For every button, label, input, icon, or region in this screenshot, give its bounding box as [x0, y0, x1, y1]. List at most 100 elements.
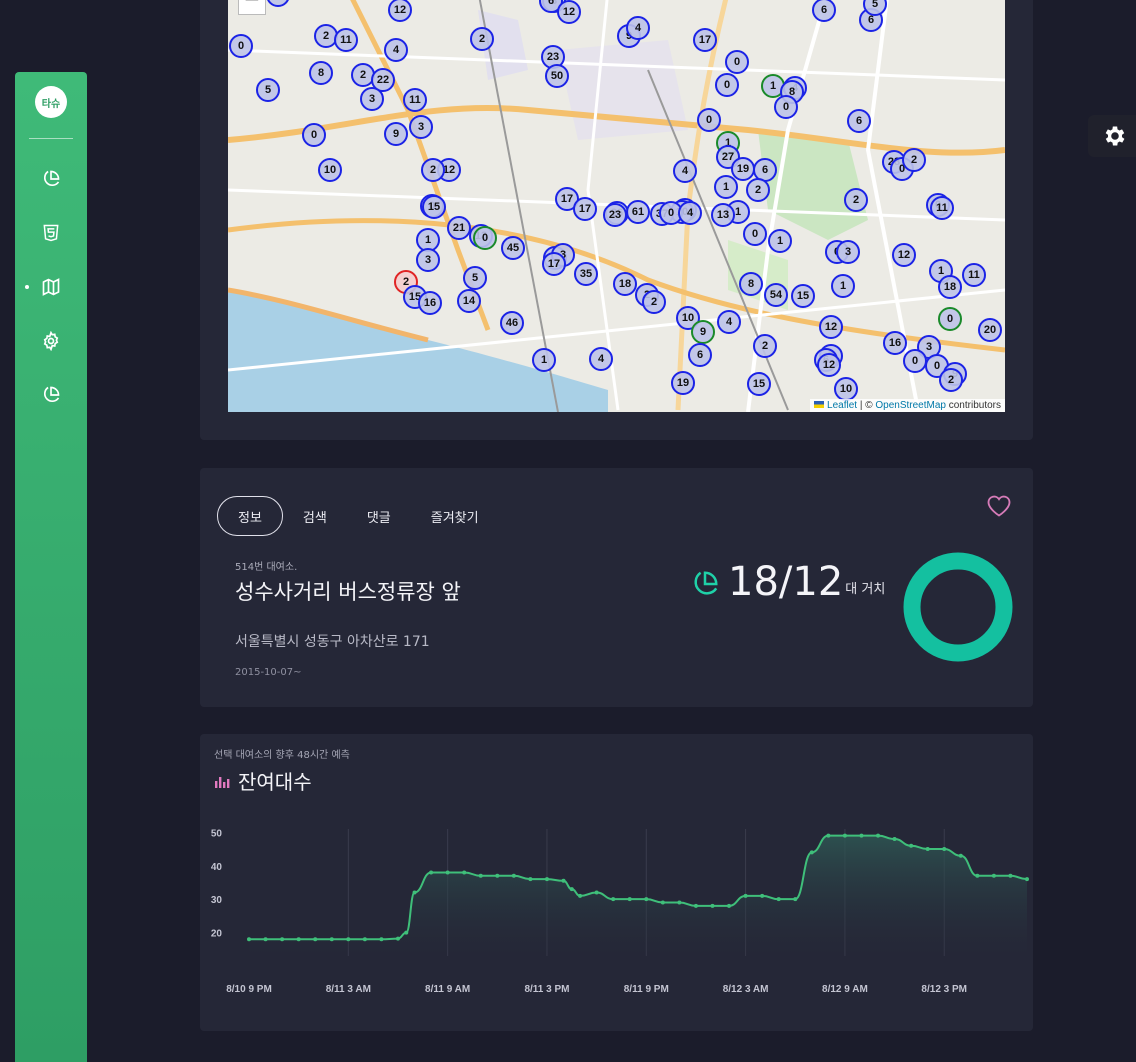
data-point[interactable]	[511, 873, 516, 878]
station-cluster-marker[interactable]: 6	[847, 109, 871, 133]
station-cluster-marker[interactable]: 19	[671, 371, 695, 395]
data-point[interactable]	[644, 897, 649, 902]
station-cluster-marker[interactable]: 3	[836, 240, 860, 264]
data-point[interactable]	[478, 873, 483, 878]
data-point[interactable]	[578, 893, 583, 898]
data-point[interactable]	[569, 887, 574, 892]
station-cluster-marker[interactable]: 4	[626, 16, 650, 40]
tab-comments[interactable]: 댓글	[347, 496, 411, 536]
station-cluster-marker[interactable]: 16	[418, 291, 442, 315]
station-cluster-marker[interactable]: 50	[545, 64, 569, 88]
data-point[interactable]	[528, 877, 533, 882]
sidebar-item-stats[interactable]	[15, 377, 87, 413]
station-cluster-marker[interactable]: 16	[883, 331, 907, 355]
station-cluster-marker[interactable]: 2	[746, 178, 770, 202]
station-cluster-marker[interactable]: 2	[421, 158, 445, 182]
tab-info[interactable]: 정보	[217, 496, 283, 536]
forecast-chart[interactable]: 8/10 9 PM 8/11 3 AM 8/11 9 AM 8/11 3 PM 8/11…	[200, 734, 1033, 1031]
data-point[interactable]	[362, 937, 367, 942]
station-cluster-marker[interactable]: 11	[403, 88, 427, 112]
station-cluster-marker[interactable]: 2	[902, 148, 926, 172]
station-cluster-marker[interactable]: 13	[711, 203, 735, 227]
data-point[interactable]	[776, 897, 781, 902]
station-cluster-marker[interactable]: 0	[302, 123, 326, 147]
station-cluster-marker[interactable]: 5	[256, 78, 280, 102]
station-cluster-marker[interactable]: 17	[573, 197, 597, 221]
data-point[interactable]	[313, 937, 318, 942]
station-cluster-marker[interactable]: 8	[739, 272, 763, 296]
station-cluster-marker[interactable]: 5	[463, 266, 487, 290]
sidebar-item-settings[interactable]	[15, 323, 87, 359]
station-cluster-marker[interactable]: 0	[725, 50, 749, 74]
data-point[interactable]	[842, 833, 847, 838]
station-cluster-marker[interactable]: 9	[691, 320, 715, 344]
station-cluster-marker[interactable]: 18	[938, 275, 962, 299]
sidebar-item-html5[interactable]	[15, 215, 87, 251]
station-cluster-marker[interactable]: 11	[962, 263, 986, 287]
station-cluster-marker[interactable]: 0	[697, 108, 721, 132]
station-cluster-marker[interactable]: 6	[688, 343, 712, 367]
data-point[interactable]	[727, 903, 732, 908]
data-point[interactable]	[404, 930, 409, 935]
station-cluster-marker[interactable]: 17	[693, 28, 717, 52]
station-cluster-marker[interactable]: 12	[819, 315, 843, 339]
data-point[interactable]	[594, 890, 599, 895]
station-cluster-marker[interactable]: 0	[473, 226, 497, 250]
station-cluster-marker[interactable]: 18	[613, 272, 637, 296]
data-point[interactable]	[379, 937, 384, 942]
station-cluster-marker[interactable]: 17	[542, 252, 566, 276]
osm-link[interactable]: OpenStreetMap	[875, 400, 946, 411]
station-cluster-marker[interactable]: 4	[589, 347, 613, 371]
data-point[interactable]	[329, 937, 334, 942]
data-point[interactable]	[660, 900, 665, 905]
station-cluster-marker[interactable]: 45	[501, 236, 525, 260]
station-cluster-marker[interactable]: 1	[768, 229, 792, 253]
data-point[interactable]	[876, 833, 881, 838]
station-cluster-marker[interactable]: 9	[384, 122, 408, 146]
station-cluster-marker[interactable]: 0	[774, 95, 798, 119]
data-point[interactable]	[445, 870, 450, 875]
station-cluster-marker[interactable]: 2	[470, 27, 494, 51]
tab-search[interactable]: 검색	[283, 496, 347, 536]
station-cluster-marker[interactable]: 4	[717, 310, 741, 334]
station-cluster-marker[interactable]: 11	[334, 28, 358, 52]
settings-toggle[interactable]	[1088, 115, 1136, 157]
station-cluster-marker[interactable]: 14	[457, 289, 481, 313]
data-point[interactable]	[627, 897, 632, 902]
data-point[interactable]	[925, 847, 930, 852]
station-cluster-marker[interactable]: 0	[743, 222, 767, 246]
data-point[interactable]	[296, 937, 301, 942]
station-map[interactable]: − 01236126021142941760082222315500431180…	[228, 0, 1005, 412]
station-cluster-marker[interactable]: 2	[844, 188, 868, 212]
data-point[interactable]	[544, 877, 549, 882]
data-point[interactable]	[611, 897, 616, 902]
station-cluster-marker[interactable]: 10	[318, 158, 342, 182]
data-point[interactable]	[561, 878, 566, 883]
data-point[interactable]	[346, 937, 351, 942]
data-point[interactable]	[395, 936, 400, 941]
station-cluster-marker[interactable]: 15	[422, 195, 446, 219]
station-cluster-marker[interactable]: 2	[642, 290, 666, 314]
data-point[interactable]	[991, 873, 996, 878]
station-cluster-marker[interactable]: 15	[791, 284, 815, 308]
station-cluster-marker[interactable]: 2	[939, 368, 963, 392]
station-cluster-marker[interactable]: 15	[747, 372, 771, 396]
logo[interactable]: 타슈	[35, 86, 67, 118]
station-cluster-marker[interactable]: 8	[309, 61, 333, 85]
data-point[interactable]	[909, 843, 914, 848]
station-cluster-marker[interactable]: 1	[714, 175, 738, 199]
data-point[interactable]	[693, 903, 698, 908]
data-point[interactable]	[1025, 877, 1029, 882]
station-cluster-marker[interactable]: 2	[753, 334, 777, 358]
data-point[interactable]	[429, 870, 434, 875]
station-cluster-marker[interactable]: 0	[903, 349, 927, 373]
station-cluster-marker[interactable]: 1	[831, 274, 855, 298]
data-point[interactable]	[462, 870, 467, 875]
data-point[interactable]	[859, 833, 864, 838]
sidebar-item-map[interactable]	[15, 269, 87, 305]
station-cluster-marker[interactable]: 3	[416, 248, 440, 272]
data-point[interactable]	[247, 937, 251, 942]
data-point[interactable]	[280, 937, 285, 942]
data-point[interactable]	[677, 900, 682, 905]
data-point[interactable]	[809, 850, 814, 855]
